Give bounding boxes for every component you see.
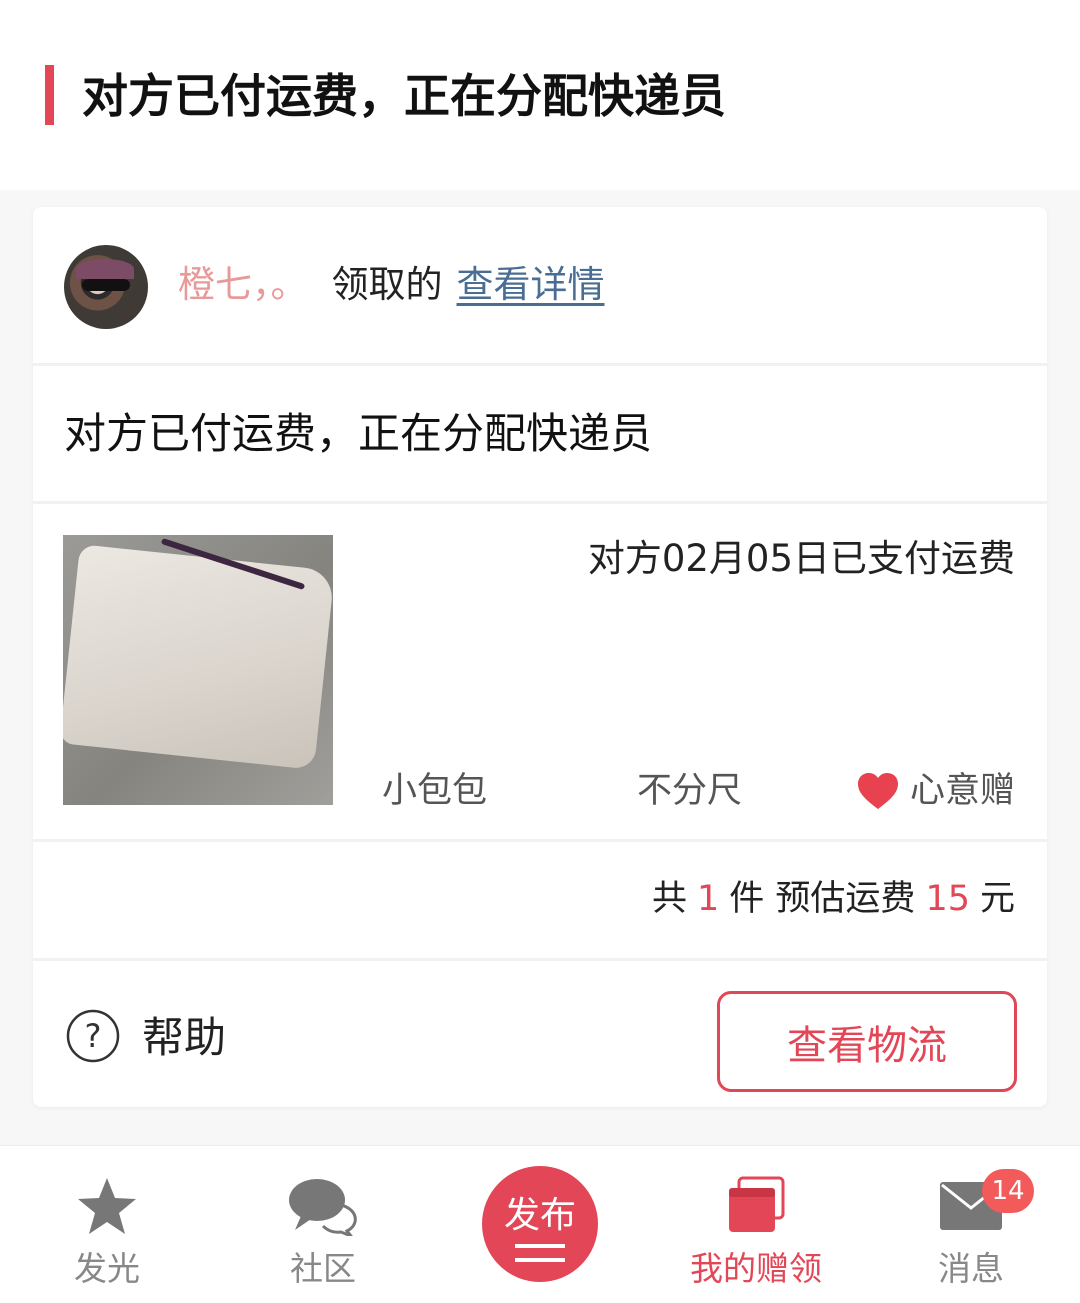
item-count: 1 <box>697 879 720 919</box>
view-logistics-button[interactable]: 查看物流 <box>717 991 1017 1092</box>
publish-label: 发布 <box>503 1195 576 1236</box>
tab-label: 消息 <box>938 1249 1004 1288</box>
gift-type-label: 心意赠 <box>909 771 1015 811</box>
publish-button[interactable]: 发布 <box>482 1166 598 1282</box>
help-label[interactable]: 帮助 <box>142 1010 226 1066</box>
avatar[interactable] <box>64 245 148 329</box>
tab-my-gifts[interactable]: 我的赠领 <box>656 1146 856 1303</box>
payment-info: 对方02月05日已支付运费 <box>587 537 1015 580</box>
title-accent-bar <box>45 65 54 125</box>
publish-icon <box>515 1244 565 1262</box>
heart-icon <box>857 773 898 809</box>
tab-community[interactable]: 社区 <box>223 1146 423 1303</box>
order-status: 对方已付运费，正在分配快递员 <box>64 409 653 458</box>
view-details-link[interactable]: 查看详情 <box>457 263 605 306</box>
divider <box>33 958 1047 961</box>
shipping-fee: 15 <box>925 879 970 919</box>
divider <box>33 363 1047 366</box>
item-image[interactable] <box>63 535 333 805</box>
page-title: 对方已付运费，正在分配快递员 <box>82 69 726 123</box>
tab-label: 我的赠领 <box>690 1249 822 1288</box>
message-count-badge: 14 <box>982 1169 1034 1213</box>
header: 对方已付运费，正在分配快递员 <box>0 0 1080 190</box>
tab-label: 社区 <box>290 1249 356 1288</box>
tab-messages[interactable]: 消息 <box>871 1146 1071 1303</box>
user-name[interactable]: 橙七，。 <box>178 263 308 306</box>
chat-bubbles-icon <box>289 1179 357 1236</box>
order-summary: 共1件 预估运费 15 元 <box>652 879 1015 919</box>
tab-glow[interactable]: 发光 <box>7 1146 207 1303</box>
star-icon <box>78 1178 136 1234</box>
claimed-label: 领取的 <box>331 263 443 306</box>
item-name: 小包包 <box>382 771 488 811</box>
user-row: 橙七，。 领取的 查看详情 <box>178 259 605 311</box>
order-card: 橙七，。 领取的 查看详情 对方已付运费，正在分配快递员 对方02月05日已支付运费… <box>33 207 1047 1107</box>
cards-icon <box>729 1176 785 1232</box>
help-icon[interactable]: ? <box>66 1009 120 1063</box>
divider <box>33 501 1047 504</box>
svg-text:?: ? <box>85 1017 102 1055</box>
gift-type: 心意赠 <box>856 767 1015 815</box>
item-size: 不分尺 <box>637 771 743 811</box>
tab-label: 发光 <box>74 1249 140 1288</box>
divider <box>33 839 1047 842</box>
bottom-tabbar: 发光 社区 发布 我的赠领 消息 14 <box>0 1145 1080 1303</box>
